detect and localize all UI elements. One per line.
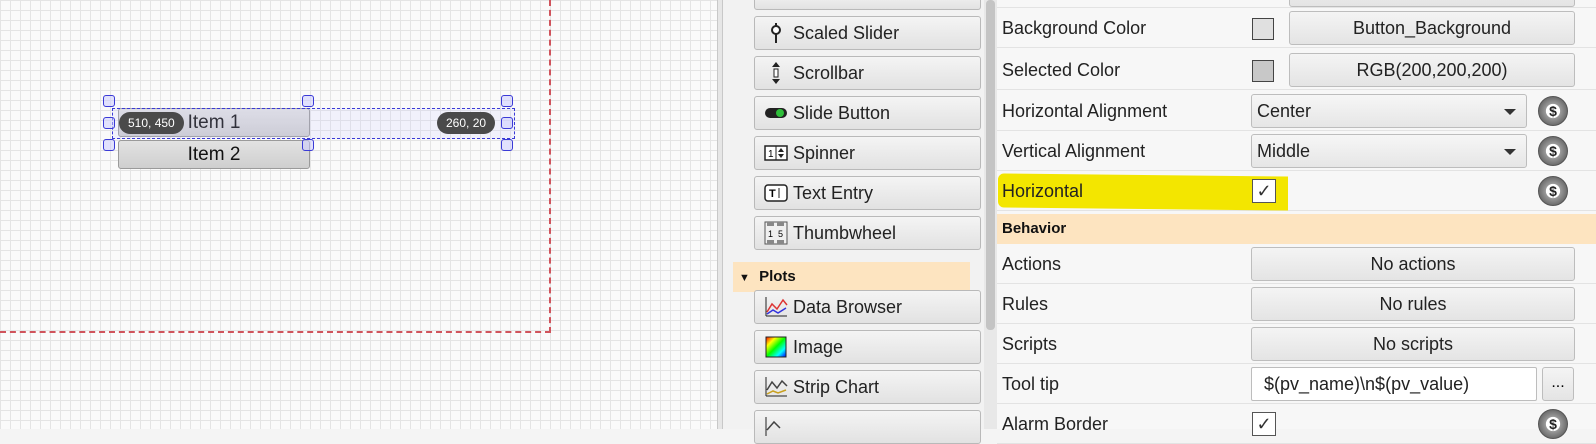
horizontal-checkbox[interactable]: ✓ (1252, 179, 1276, 203)
background-color-button[interactable]: Button_Background (1289, 11, 1575, 45)
text-entry-icon: T (761, 184, 791, 202)
select-value: Center (1257, 101, 1312, 121)
property-label: Alarm Border (1002, 414, 1109, 434)
palette-item-label: Image (793, 336, 844, 357)
palette-item-label: Text Entry (793, 182, 874, 203)
size-badge: 260, 20 (437, 112, 496, 134)
property-row-selected-color: Selected Color RGB(200,200,200) (997, 50, 1596, 90)
property-label: Rules (1002, 294, 1049, 314)
palette-item-label: Slide Button (793, 102, 891, 123)
palette-item-data-browser[interactable]: Data Browser (754, 290, 981, 324)
rules-button[interactable]: No rules (1251, 287, 1575, 321)
property-row-partial (997, 0, 1596, 8)
svg-text:1: 1 (768, 229, 773, 239)
chart-icon (761, 416, 791, 438)
selected-color-swatch[interactable] (1252, 60, 1274, 82)
scaled-slider-icon (761, 22, 791, 44)
property-label: Actions (1002, 254, 1062, 274)
property-row-vertical-alignment: Vertical Alignment Middle $ (997, 131, 1596, 171)
property-row-alarm-border: Alarm Border ✓ $ (997, 404, 1596, 444)
palette-item-text-entry[interactable]: T Text Entry (754, 176, 981, 210)
palette-item-partial-bottom[interactable] (754, 410, 981, 444)
property-label: Background Color (1002, 18, 1147, 38)
section-header-behavior: Behavior (997, 214, 1596, 244)
palette-item-label: Data Browser (793, 296, 903, 317)
palette-item-spinner[interactable]: 1 Spinner (754, 136, 981, 170)
scrollbar-icon (761, 61, 791, 85)
gear-icon[interactable]: $ (1538, 96, 1568, 126)
background-color-swatch[interactable] (1252, 18, 1274, 40)
palette-item-scrollbar[interactable]: Scrollbar (754, 56, 981, 90)
gear-icon[interactable]: $ (1538, 176, 1568, 206)
tooltip-input[interactable]: $(pv_name)\n$(pv_value) (1251, 367, 1537, 401)
alarm-border-checkbox[interactable]: ✓ (1252, 412, 1276, 436)
property-row-background-color: Background Color Button_Background (997, 8, 1596, 48)
property-row-horizontal-alignment: Horizontal Alignment Center $ (997, 91, 1596, 131)
property-label: Selected Color (1002, 60, 1121, 80)
collapse-triangle-icon: ▼ (739, 272, 750, 284)
property-row-horizontal: Horizontal ✓ $ (997, 171, 1596, 211)
palette-item-partial[interactable] (754, 0, 981, 10)
property-label: Scripts (1002, 334, 1058, 354)
property-row-tooltip: Tool tip $(pv_name)\n$(pv_value) ... (997, 364, 1596, 404)
resize-handle-bottom-left[interactable] (103, 139, 115, 151)
widget-palette: Scaled Slider Scrollbar Slide Button 1 S… (723, 0, 984, 444)
property-label: Horizontal Alignment (1002, 101, 1168, 121)
gear-icon[interactable]: $ (1538, 409, 1568, 439)
palette-item-label: Scrollbar (793, 62, 865, 83)
palette-scrollbar-thumb[interactable] (986, 0, 995, 330)
resize-handle-top-right[interactable] (501, 95, 513, 107)
palette-item-thumbwheel[interactable]: 15 Thumbwheel (754, 216, 981, 250)
slide-button-icon (761, 106, 791, 120)
property-label: Vertical Alignment (1002, 141, 1146, 161)
palette-section-plots[interactable]: ▼ Plots (733, 262, 970, 292)
property-label: Horizontal (1002, 181, 1084, 201)
display-canvas[interactable]: Item 1 Item 2 510, 450 260, 20 (0, 0, 717, 429)
property-button-partial[interactable] (1289, 0, 1575, 7)
svg-text:T: T (769, 188, 776, 200)
selected-color-button[interactable]: RGB(200,200,200) (1289, 53, 1575, 87)
property-row-actions: Actions No actions (997, 244, 1596, 284)
choice-item-2[interactable]: Item 2 (118, 140, 310, 169)
resize-handle-top-middle[interactable] (302, 95, 314, 107)
resize-handle-middle-left[interactable] (103, 117, 115, 129)
select-value: Middle (1257, 141, 1311, 161)
chevron-down-icon (1504, 109, 1516, 115)
property-label: Tool tip (1002, 374, 1060, 394)
resize-handle-bottom-right[interactable] (501, 139, 513, 151)
image-icon (761, 336, 791, 358)
scripts-button[interactable]: No scripts (1251, 327, 1575, 361)
spinner-icon: 1 (761, 145, 791, 161)
palette-item-label: Scaled Slider (793, 22, 900, 43)
palette-item-image[interactable]: Image (754, 330, 981, 364)
svg-text:1: 1 (768, 149, 774, 160)
horizontal-alignment-select[interactable]: Center (1251, 94, 1527, 128)
palette-item-strip-chart[interactable]: Strip Chart (754, 370, 981, 404)
property-row-rules: Rules No rules (997, 284, 1596, 324)
data-browser-icon (761, 296, 791, 318)
tooltip-more-button[interactable]: ... (1542, 367, 1574, 401)
palette-item-label: Spinner (793, 142, 856, 163)
palette-section-label: Plots (759, 268, 796, 285)
property-row-scripts: Scripts No scripts (997, 324, 1596, 364)
actions-button[interactable]: No actions (1251, 247, 1575, 281)
strip-chart-icon (761, 376, 791, 398)
property-panel: Background Color Button_Background Selec… (997, 0, 1596, 444)
thumbwheel-icon: 15 (761, 221, 791, 245)
resize-handle-bottom-middle[interactable] (302, 139, 314, 151)
svg-text:5: 5 (778, 229, 783, 239)
gear-icon[interactable]: $ (1538, 136, 1568, 166)
palette-item-label: Strip Chart (793, 376, 880, 397)
palette-item-scaled-slider[interactable]: Scaled Slider (754, 16, 981, 50)
vertical-alignment-select[interactable]: Middle (1251, 134, 1527, 168)
palette-item-label: Thumbwheel (793, 222, 897, 243)
position-badge: 510, 450 (119, 112, 184, 134)
chevron-down-icon (1504, 149, 1516, 155)
resize-handle-top-left[interactable] (103, 95, 115, 107)
resize-handle-middle-right[interactable] (501, 117, 513, 129)
palette-item-slide-button[interactable]: Slide Button (754, 96, 981, 130)
